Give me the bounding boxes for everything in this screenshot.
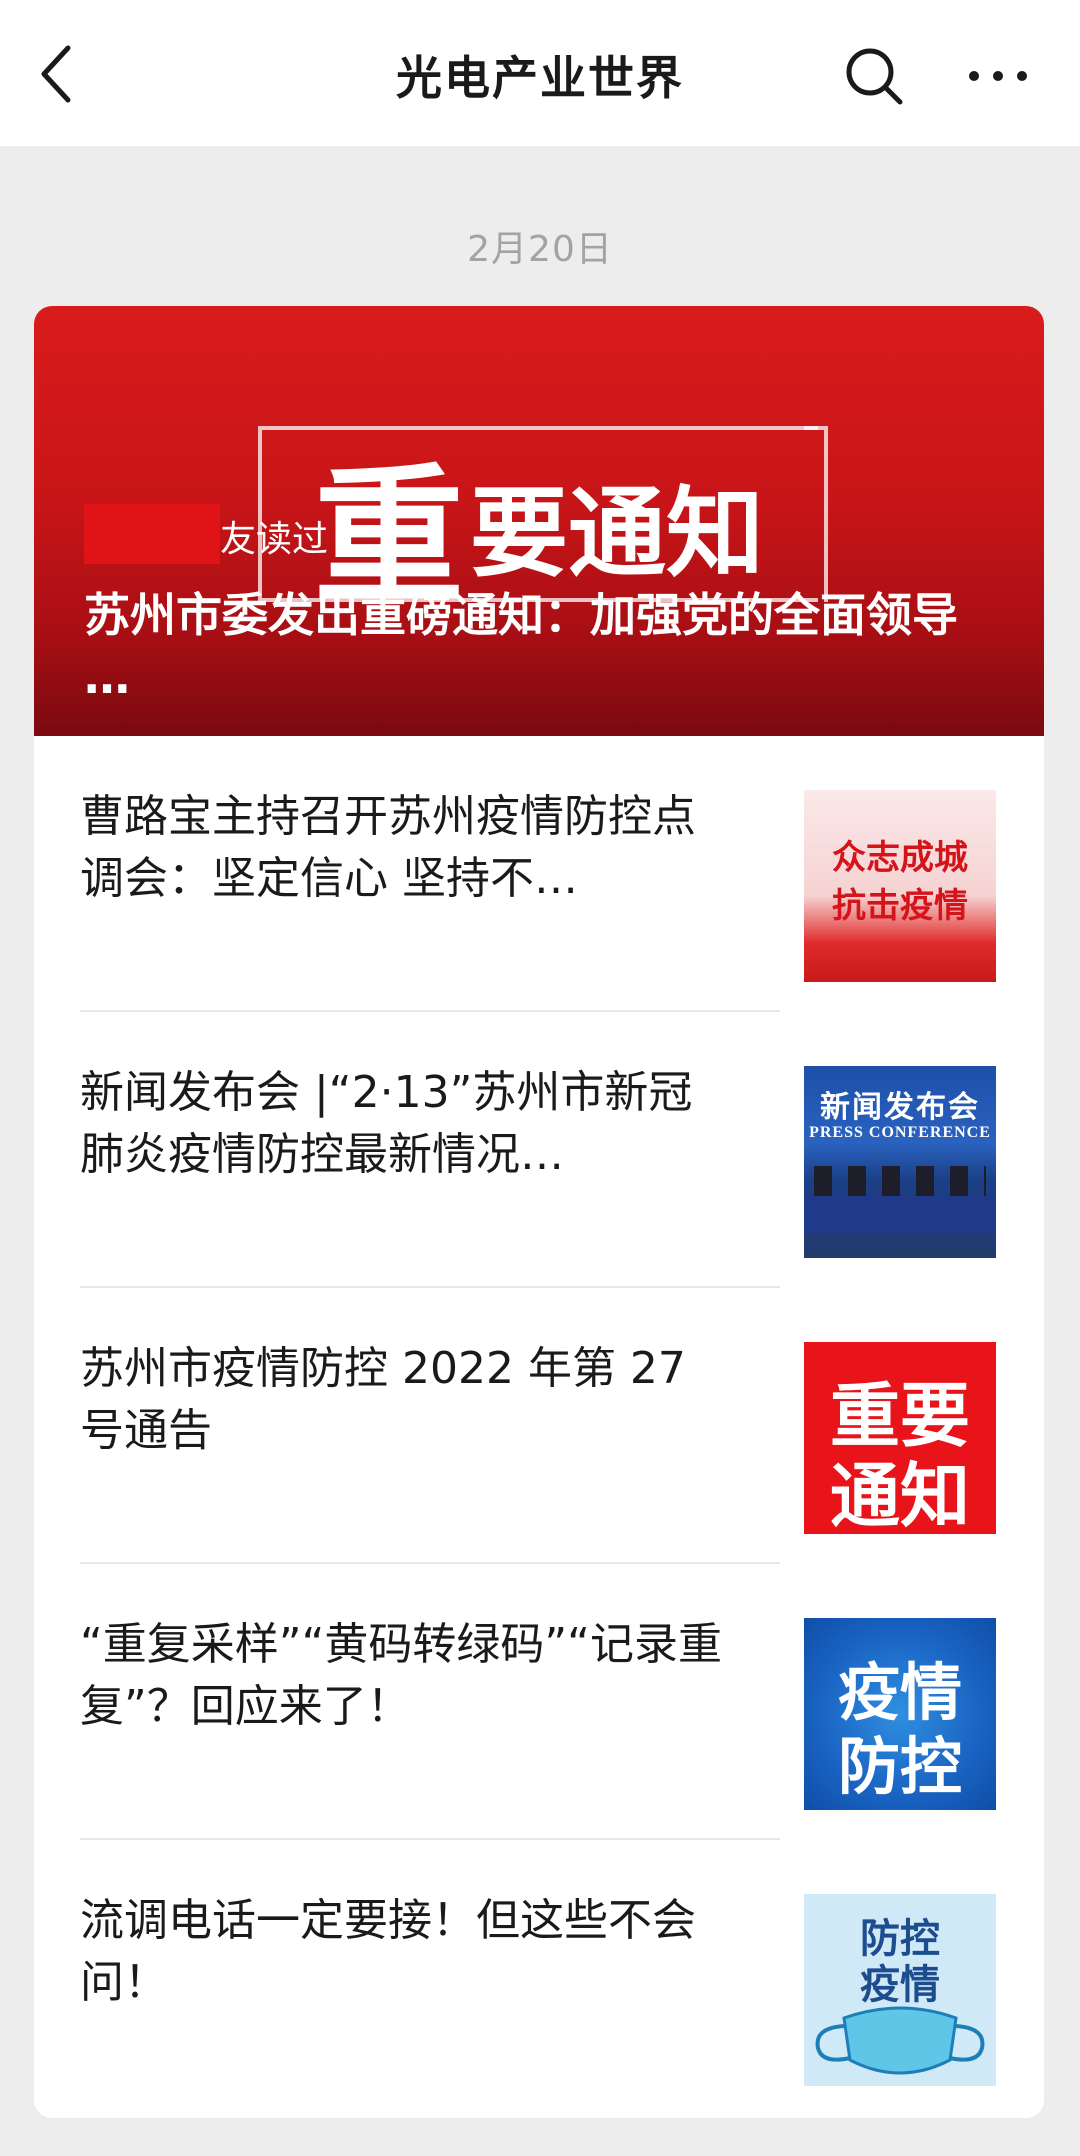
more-button[interactable] [962, 44, 1034, 108]
thumb-line-1: 新闻发布会 [820, 1090, 980, 1125]
article-group-card: 重要通知 友读过 苏州市委发出重磅通知：加强党的全面领导 … 曹路宝主持召开苏州… [34, 306, 1044, 2118]
press-table [804, 1194, 996, 1234]
list-item[interactable]: 曹路宝主持召开苏州疫情防控点调会：坚定信心 坚持不… 众志成城 抗击疫情 [34, 736, 1044, 1012]
article-thumbnail: 众志成城 抗击疫情 [804, 790, 996, 982]
redacted-name [84, 504, 220, 564]
friends-read-label: 友读过 [220, 519, 329, 560]
hero-article[interactable]: 重要通知 友读过 苏州市委发出重磅通知：加强党的全面领导 … [34, 306, 1044, 736]
article-title: “重复采样”“黄码转绿码”“记录重复”？回应来了！ [80, 1619, 722, 1732]
thumb-line-2: 通知 [830, 1455, 970, 1534]
search-button[interactable] [842, 44, 906, 108]
date-label: 2月20日 [467, 229, 613, 270]
article-title: 流调电话一定要接！但这些不会问！ [80, 1895, 696, 2008]
article-title: 新闻发布会 |“2·13”苏州市新冠肺炎疫情防控最新情况… [80, 1067, 693, 1180]
hero-title: 苏州市委发出重磅通知：加强党的全面领导 … [84, 588, 958, 704]
article-thumbnail: 新闻发布会 PRESS CONFERENCE [804, 1066, 996, 1258]
list-item[interactable]: 新闻发布会 |“2·13”苏州市新冠肺炎疫情防控最新情况… 新闻发布会 PRES… [34, 1012, 1044, 1288]
chevron-left-icon [41, 45, 71, 103]
article-thumbnail: 疫情 防控 [804, 1618, 996, 1810]
article-title: 苏州市疫情防控 2022 年第 27 号通告 [80, 1343, 686, 1456]
mask-icon [815, 2006, 985, 2075]
top-nav-bar: 光电产业世界 [0, 0, 1080, 146]
hero-banner-rest: 要通知 [470, 476, 765, 591]
thumb-line-1: 众志成城 [832, 838, 968, 878]
list-item[interactable]: 流调电话一定要接！但这些不会问！ 防控 疫情 [34, 1840, 1044, 2116]
list-item[interactable]: 苏州市疫情防控 2022 年第 27 号通告 重要 通知 [34, 1288, 1044, 1564]
thumb-line-2: 抗击疫情 [832, 886, 968, 926]
article-thumbnail: 重要 通知 [804, 1342, 996, 1534]
list-item[interactable]: “重复采样”“黄码转绿码”“记录重复”？回应来了！ 疫情 防控 [34, 1564, 1044, 1840]
article-title: 曹路宝主持召开苏州疫情防控点调会：坚定信心 坚持不… [80, 791, 696, 904]
back-button[interactable] [30, 36, 90, 112]
search-icon [846, 48, 903, 105]
more-icon [969, 71, 1027, 81]
article-thumbnail: 防控 疫情 [804, 1894, 996, 2086]
thumb-line-2: PRESS CONFERENCE [809, 1124, 991, 1141]
page-title: 光电产业世界 [396, 51, 684, 105]
press-people [814, 1166, 986, 1196]
thumb-line-2: 防控 [837, 1730, 962, 1803]
